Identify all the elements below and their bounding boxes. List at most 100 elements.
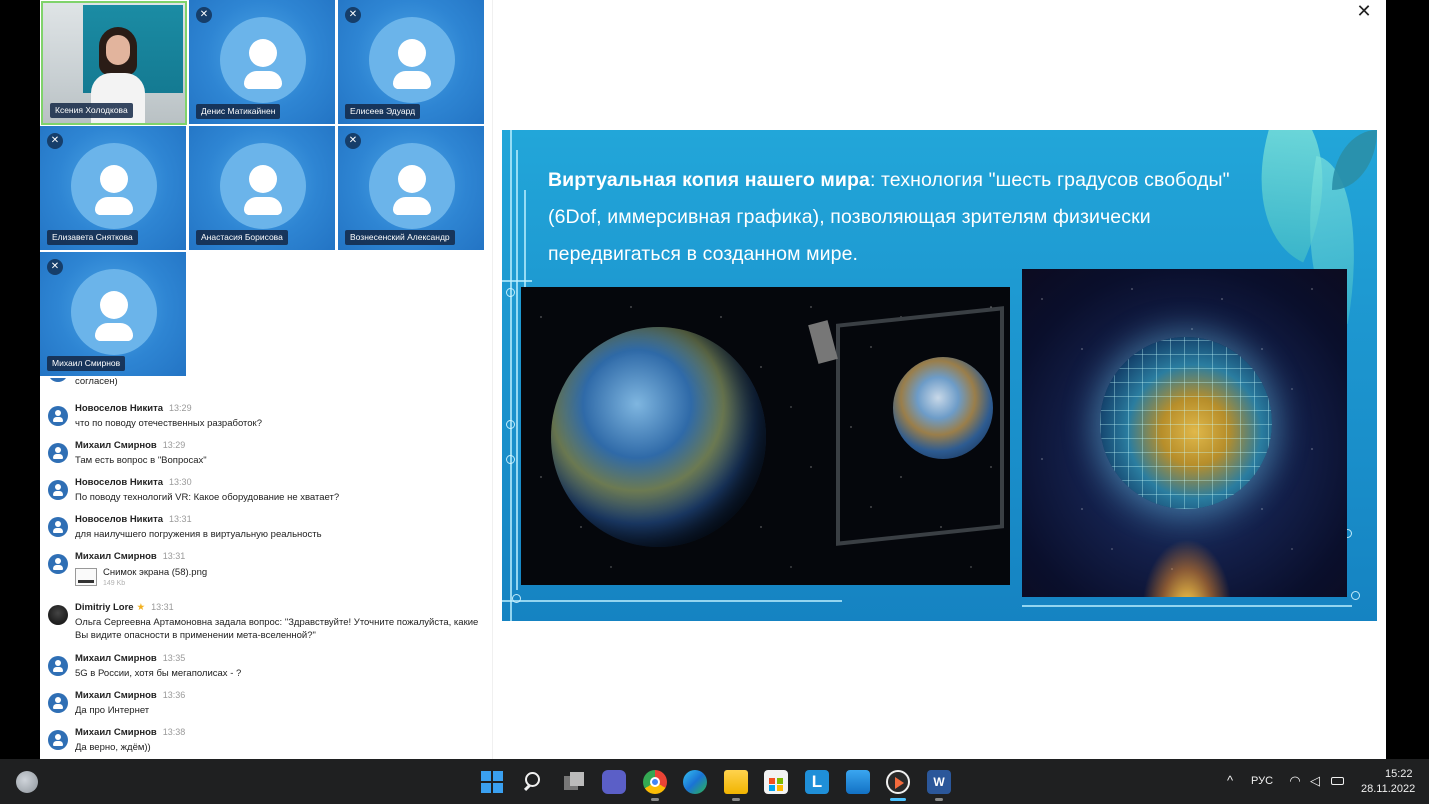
avatar [71,269,157,355]
language-indicator[interactable]: РУС [1251,775,1273,787]
left-panel: Ксения Холодкова ✕ Денис Матикайнен ✕ Ел… [40,0,492,759]
avatar [220,17,306,103]
presentation-panel: ✕ Виртуальная копия нашего мира: техноло… [492,0,1386,759]
participant-name: Ксения Холодкова [50,103,133,118]
clock-date[interactable]: 28.11.2022 [1361,783,1415,795]
chat-text: 5G в России, хотя бы мегаполисах - ? [75,668,242,679]
task-view-icon[interactable] [562,770,586,794]
chat-text: Ольга Сергеевна Артамоновна задала вопро… [75,617,479,641]
chat-message-file: Михаил Смирнов 13:31 Снимок экрана (58).p… [40,550,492,594]
chat-message-partial: согласен) [40,378,492,388]
participant-name: Елисеев Эдуард [345,104,421,119]
participant-name: Анастасия Борисова [196,230,288,245]
avatar [48,443,68,463]
close-icon[interactable]: ✕ [1344,0,1384,24]
avatar [369,143,455,229]
media-player-icon[interactable] [886,770,910,794]
teams-icon[interactable] [602,770,626,794]
chat-text: Да про Интернет [75,705,150,716]
mic-muted-icon: ✕ [196,7,212,23]
search-icon[interactable] [521,770,545,794]
chat-message: Новоселов Никита 13:30 По поводу технолог… [40,476,492,510]
participant-name: Денис Матикайнен [196,104,281,119]
participant-name: Михаил Смирнов [47,356,126,371]
earth-hologram-image [521,287,1010,585]
shared-slide: Виртуальная копия нашего мира: технологи… [502,130,1377,621]
chat-message: Новоселов Никита 13:29 что по поводу отеч… [40,402,492,436]
chevron-up-icon[interactable]: ^ [1222,773,1238,789]
slide-heading: Виртуальная копия нашего мира: технологи… [548,162,1268,273]
chrome-icon[interactable] [643,770,667,794]
video-tile-mikhail[interactable]: ✕ Михаил Смирнов [40,252,186,376]
chat-message: Михаил Смирнов 13:38 Да верно, ждём)) [40,726,492,759]
file-size: 149 Kb [103,580,126,587]
avatar [48,605,68,625]
video-tile-denis[interactable]: ✕ Денис Матикайнен [189,0,335,124]
chat-message: Dimitriy Lore ★ 13:31 Ольга Сергеевна Арта… [40,601,492,647]
mic-muted-icon: ✕ [47,259,63,275]
chat-time: 13:29 [169,403,192,413]
chat-time: 13:31 [169,514,192,524]
chat-author: Михаил Смирнов [75,727,157,738]
weather-widget-icon[interactable] [16,771,38,793]
slide-heading-bold: Виртуальная копия нашего мира [548,169,870,191]
mic-muted-icon: ✕ [47,133,63,149]
avatar [48,406,68,426]
chat-text: По поводу технологий VR: Какое оборудова… [75,492,340,503]
chat-author: Михаил Смирнов [75,653,157,664]
battery-icon[interactable] [1330,773,1346,789]
store-icon[interactable] [764,770,788,794]
chat-message: Михаил Смирнов 13:36 Да про Интернет [40,689,492,723]
chat-author: Михаил Смирнов [75,690,157,701]
l-app-icon[interactable]: L [805,770,829,794]
chat-time: 13:38 [162,727,186,737]
wifi-icon[interactable]: ◠ [1287,773,1303,789]
chat-panel[interactable]: согласен) Новоселов Никита 13:29 что по п… [40,378,492,759]
participant-name: Вознесенский Александр [345,230,455,245]
mic-muted-icon: ✕ [345,133,361,149]
avatar [48,693,68,713]
chat-text: Да верно, ждём)) [75,742,151,753]
chat-author: Новоселов Никита [75,514,164,525]
file-explorer-icon[interactable] [724,770,748,794]
mail-icon[interactable] [846,770,870,794]
avatar [369,17,455,103]
avatar [48,730,68,750]
clock-time[interactable]: 15:22 [1385,768,1413,780]
chat-message: Михаил Смирнов 13:35 5G в России, хотя бы… [40,652,492,686]
chat-time: 13:29 [162,440,186,450]
word-icon[interactable]: W [927,770,951,794]
chat-author: Новоселов Никита [75,477,164,488]
video-tile-elizaveta[interactable]: ✕ Елизавета Сняткова [40,126,186,250]
chat-text: для наилучшего погружения в виртуальную … [75,529,322,540]
chat-message: Новоселов Никита 13:31 для наилучшего пог… [40,513,492,547]
video-tile-voznesensky[interactable]: ✕ Вознесенский Александр [338,126,484,250]
start-icon[interactable] [480,770,504,794]
mic-muted-icon: ✕ [345,7,361,23]
video-tile-eliseev[interactable]: ✕ Елисеев Эдуард [338,0,484,124]
video-tile-ksenia[interactable]: Ксения Холодкова [41,1,187,125]
chat-time: 13:30 [169,477,192,487]
video-tile-anastasia[interactable]: Анастасия Борисова [189,126,335,250]
chat-author: Новоселов Никита [75,403,164,414]
file-thumbnail[interactable] [75,568,97,586]
network-globe-image [1022,269,1347,597]
taskbar: L W ^ РУС ◠ ◁ 15:22 28.11.2022 [0,759,1429,804]
avatar [220,143,306,229]
avatar [48,517,68,537]
chat-author: Dimitriy Lore [75,602,134,613]
chat-time: 13:36 [162,690,186,700]
chat-text: что по поводу отечественных разработок? [75,418,262,429]
chat-time: 13:31 [151,602,174,612]
chat-time: 13:31 [162,551,186,561]
chat-author: Михаил Смирнов [75,440,157,451]
chat-text: Там есть вопрос в "Вопросах" [75,455,207,466]
avatar [71,143,157,229]
avatar [48,554,68,574]
speaker-icon[interactable]: ◁ [1307,773,1323,789]
avatar [48,480,68,500]
participant-name: Елизавета Сняткова [47,230,138,245]
chat-author: Михаил Смирнов [75,551,157,562]
edge-icon[interactable] [683,770,707,794]
file-name-link[interactable]: Снимок экрана (58).png [103,567,207,578]
